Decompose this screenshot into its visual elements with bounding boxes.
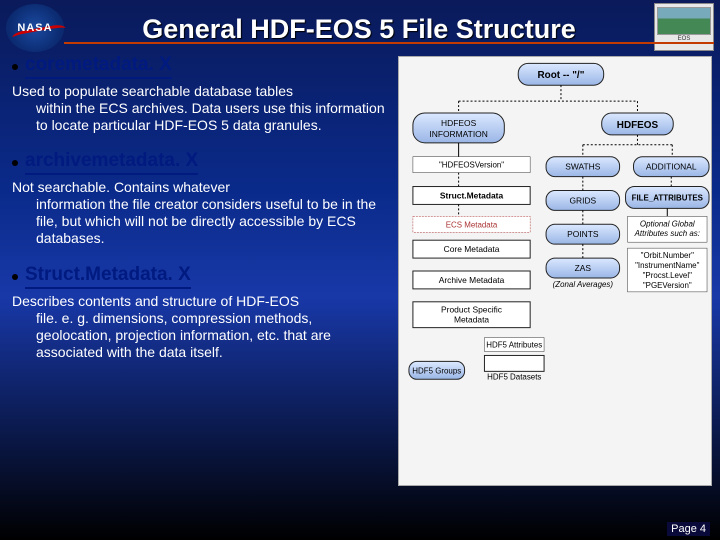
left-item: Struct.Metadata <box>440 190 504 200</box>
node-file-attributes: FILE_ATTRIBUTES <box>632 193 703 202</box>
node-hdfeos: HDFEOS <box>617 120 659 131</box>
file-structure-diagram: Root -- "/" HDFEOS INFORMATION HDFEOS "H… <box>398 56 712 486</box>
section-heading-structmetadata: Struct.Metadata. X <box>25 264 191 289</box>
svg-text:Metadata: Metadata <box>454 315 489 325</box>
svg-text:"Orbit.Number": "Orbit.Number" <box>641 251 694 260</box>
nasa-logo-icon <box>6 4 64 52</box>
right-item: SWATHS <box>565 162 601 172</box>
node-hdfeos-info: HDFEOS <box>441 118 477 128</box>
title-underline <box>64 42 714 44</box>
svg-text:"PGEVersion": "PGEVersion" <box>643 281 692 290</box>
svg-text:Attributes such as:: Attributes such as: <box>634 229 700 238</box>
left-item: Core Metadata <box>444 244 500 254</box>
svg-text:Product Specific: Product Specific <box>441 305 502 315</box>
svg-text:INFORMATION: INFORMATION <box>429 129 487 139</box>
node-root: Root -- "/" <box>538 70 585 81</box>
section-desc: Used to populate searchable database tab… <box>12 83 390 134</box>
right-item: ZAS <box>575 263 592 273</box>
section-desc: Describes contents and structure of HDF-… <box>12 293 390 361</box>
svg-text:"InstrumentName": "InstrumentName" <box>635 261 699 270</box>
section-desc: Not searchable. Contains whatever inform… <box>12 179 390 247</box>
legend-attr: HDF5 Attributes <box>486 341 542 350</box>
legend-group: HDF5 Groups <box>412 366 461 375</box>
legend-dataset: HDF5 Datasets <box>487 372 541 381</box>
slide-title: General HDF-EOS 5 File Structure <box>64 8 654 47</box>
node-additional: ADDITIONAL <box>646 162 697 172</box>
left-item: ECS Metadata <box>446 220 498 229</box>
svg-text:Optional Global: Optional Global <box>640 219 695 228</box>
bullet-icon <box>12 274 18 280</box>
bullet-icon <box>12 64 18 70</box>
slide-header: General HDF-EOS 5 File Structure EOS <box>0 0 720 52</box>
bullet-icon <box>12 160 18 166</box>
right-item: GRIDS <box>569 195 596 205</box>
section-heading-archivemetadata: archivemetadata. X <box>25 150 198 175</box>
left-item: Archive Metadata <box>439 275 505 285</box>
page-number: Page 4 <box>667 522 710 536</box>
left-item: "HDFEOSVersion" <box>439 161 504 170</box>
section-heading-coremetadata: coremetadata. X <box>25 54 172 79</box>
svg-text:"Procst.Level": "Procst.Level" <box>643 271 692 280</box>
content-column: coremetadata. X Used to populate searcha… <box>12 54 390 377</box>
right-item: POINTS <box>567 229 599 239</box>
svg-text:(Zonal Averages): (Zonal Averages) <box>553 280 614 289</box>
